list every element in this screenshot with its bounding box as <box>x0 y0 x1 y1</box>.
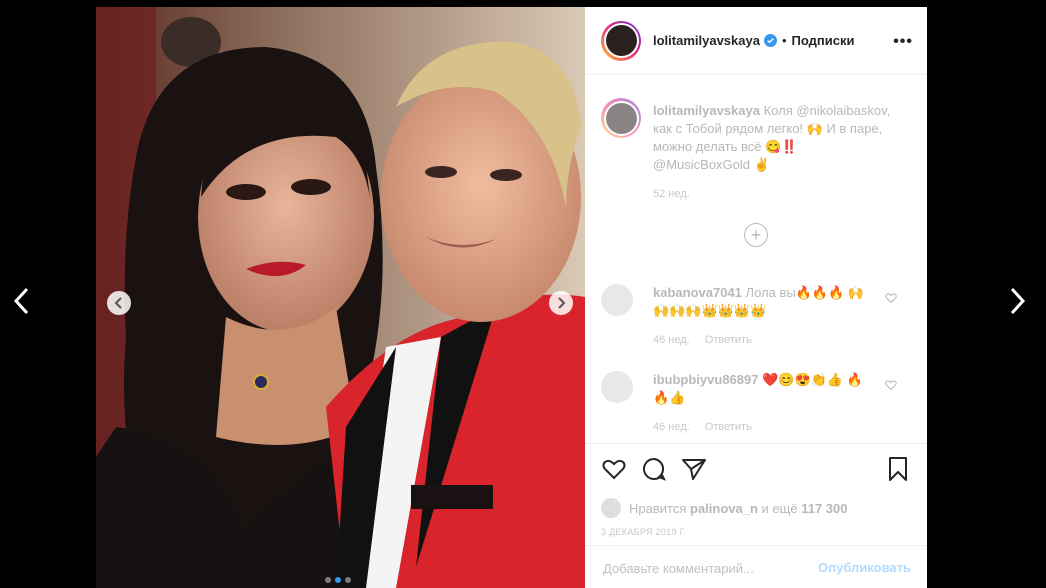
post-photo <box>96 7 585 588</box>
likes-summary: Нравится palinova_n и ещё 117 300 <box>601 498 847 518</box>
carousel-prev-button[interactable] <box>107 291 131 315</box>
chevron-right-icon <box>1010 287 1026 315</box>
comment-time: 46 нед. <box>653 421 690 433</box>
caption-avatar[interactable] <box>601 98 641 138</box>
commenter-avatar[interactable] <box>601 371 633 403</box>
next-post-arrow[interactable] <box>1005 286 1029 316</box>
liker-avatar[interactable] <box>601 498 621 518</box>
comment-icon[interactable] <box>641 456 667 482</box>
plus-circle-icon[interactable]: + <box>744 223 768 247</box>
more-options-icon[interactable]: ••• <box>893 33 913 51</box>
carousel-next-button[interactable] <box>549 291 573 315</box>
comment-username[interactable]: kabanova7041 <box>653 285 742 300</box>
heart-icon[interactable] <box>885 379 897 391</box>
post-sidebar: lolitamilyavskaya • Подписки ••• lolitam… <box>585 7 927 588</box>
verified-icon <box>763 34 777 47</box>
caption-time: 52 нед. <box>653 188 690 200</box>
add-comment-bar: Опубликовать <box>585 545 927 588</box>
caption-username[interactable]: lolitamilyavskaya <box>653 103 760 118</box>
heart-icon[interactable] <box>885 292 897 304</box>
chevron-left-icon <box>13 287 29 315</box>
comments-section[interactable]: lolitamilyavskaya Коля @nikolaibaskov, к… <box>585 76 927 442</box>
following-button[interactable]: Подписки <box>792 33 855 48</box>
comment-time: 46 нед. <box>653 334 690 346</box>
author-username[interactable]: lolitamilyavskaya <box>653 33 760 48</box>
prev-post-arrow[interactable] <box>10 286 34 316</box>
header-separator: • <box>781 33 787 48</box>
likes-count[interactable]: 117 300 <box>801 501 847 516</box>
reply-button[interactable]: Ответить <box>705 421 752 433</box>
post-modal: lolitamilyavskaya • Подписки ••• lolitam… <box>96 7 927 588</box>
post-date: 3 ДЕКАБРЯ 2019 Г. <box>601 527 687 537</box>
chevron-left-icon <box>114 297 122 309</box>
likes-prefix: Нравится <box>629 500 687 516</box>
likes-suffix: и ещё <box>761 500 798 516</box>
reply-button[interactable]: Ответить <box>705 334 752 346</box>
carousel-dots <box>325 577 351 583</box>
comment-input[interactable] <box>601 560 815 577</box>
selfie-photo <box>96 7 585 588</box>
author-avatar[interactable] <box>601 20 641 61</box>
heart-icon[interactable] <box>601 456 627 482</box>
carousel-dot <box>325 577 331 583</box>
commenter-avatar[interactable] <box>601 284 633 316</box>
carousel-dot-active <box>335 577 341 583</box>
bookmark-icon[interactable] <box>885 456 911 482</box>
post-actions: Нравится palinova_n и ещё 117 300 3 ДЕКА… <box>585 443 927 588</box>
liker-username[interactable]: palinova_n <box>690 501 758 516</box>
share-icon[interactable] <box>681 456 707 482</box>
post-header: lolitamilyavskaya • Подписки ••• <box>585 7 927 75</box>
comment-username[interactable]: ibubpbiyvu86897 <box>653 372 758 387</box>
carousel-dot <box>345 577 351 583</box>
publish-button[interactable]: Опубликовать <box>818 560 911 575</box>
chevron-right-icon <box>558 297 566 309</box>
